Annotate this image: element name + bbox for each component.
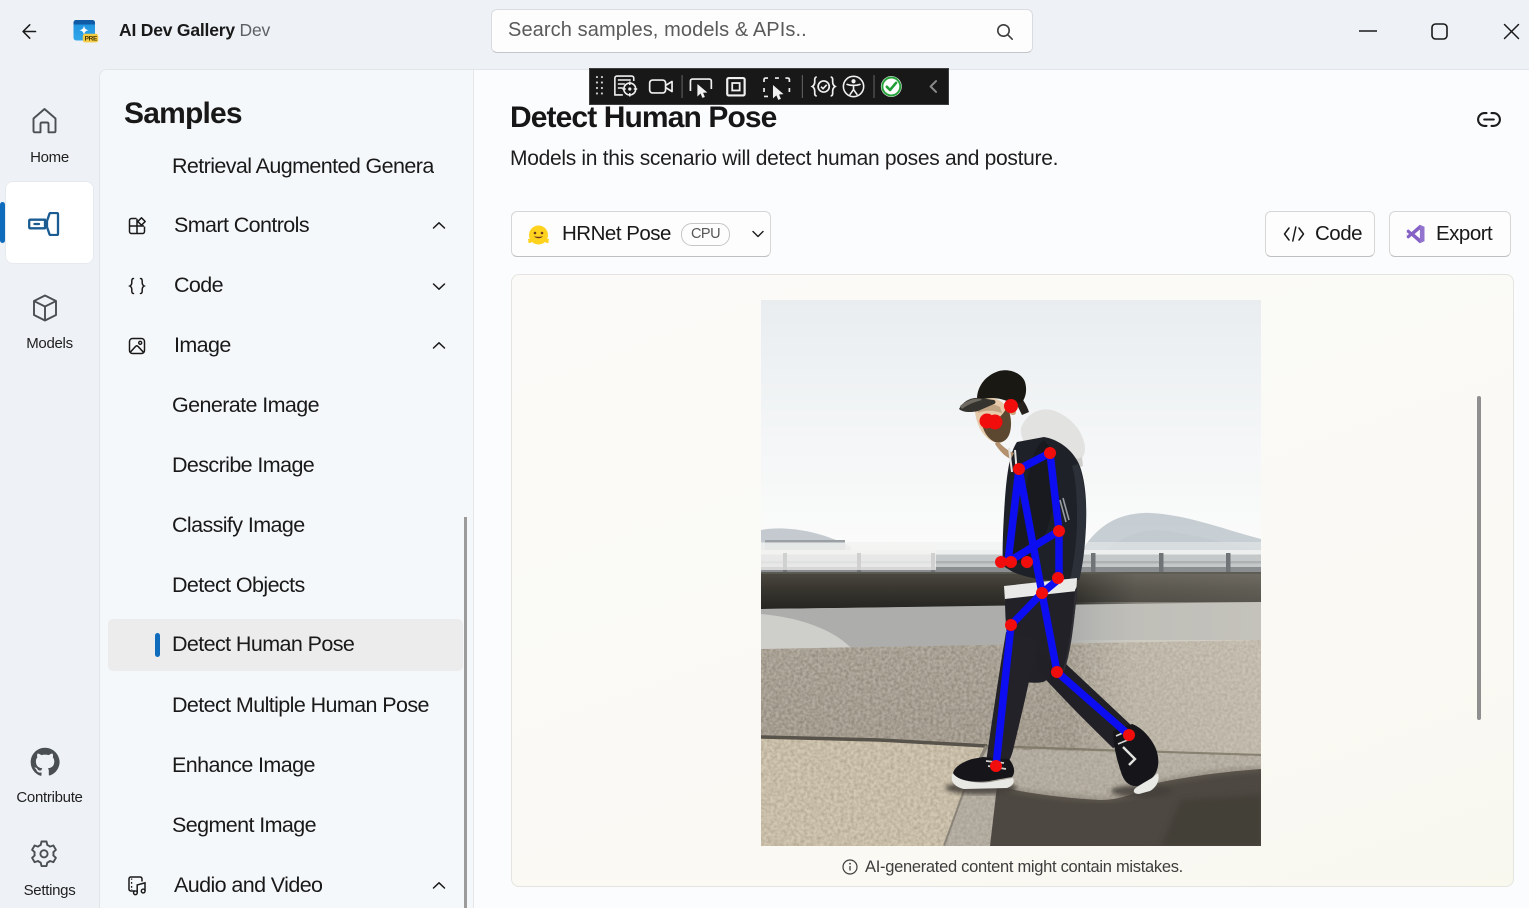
svg-text:PRE: PRE bbox=[85, 35, 98, 42]
